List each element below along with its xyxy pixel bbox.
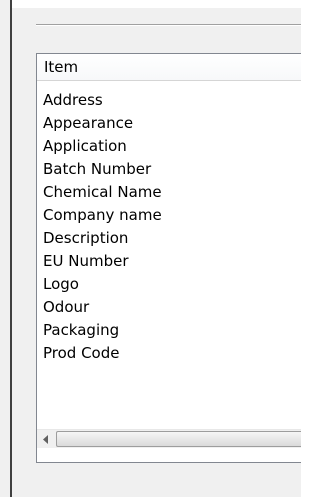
column-header-label: Item — [44, 58, 79, 76]
chevron-left-icon — [43, 435, 48, 444]
list-body: Address Appearance Application Batch Num… — [37, 81, 301, 429]
column-header-item[interactable]: Item — [37, 54, 301, 81]
separator-line — [36, 24, 301, 26]
scroll-left-button[interactable] — [38, 431, 55, 447]
list-item-prod-code[interactable]: Prod Code — [43, 342, 120, 364]
item-list-view[interactable]: Item Address Appearance Application Batc… — [36, 53, 301, 463]
list-item-packaging[interactable]: Packaging — [43, 319, 119, 341]
list-item-description[interactable]: Description — [43, 227, 128, 249]
window-left-border — [10, 0, 12, 497]
list-item-eu-number[interactable]: EU Number — [43, 250, 128, 272]
scroll-thumb[interactable] — [56, 431, 301, 447]
list-bottom-area — [37, 448, 301, 462]
list-item-application[interactable]: Application — [43, 135, 127, 157]
list-item-company-name[interactable]: Company name — [43, 204, 162, 226]
list-item-chemical-name[interactable]: Chemical Name — [43, 181, 162, 203]
top-panel — [12, 0, 301, 8]
dialog-window: Item Address Appearance Application Batc… — [0, 0, 301, 497]
list-item-address[interactable]: Address — [43, 89, 103, 111]
list-item-logo[interactable]: Logo — [43, 273, 79, 295]
list-item-batch-number[interactable]: Batch Number — [43, 158, 151, 180]
horizontal-scrollbar[interactable] — [37, 429, 301, 448]
list-item-odour[interactable]: Odour — [43, 296, 89, 318]
list-item-appearance[interactable]: Appearance — [43, 112, 133, 134]
